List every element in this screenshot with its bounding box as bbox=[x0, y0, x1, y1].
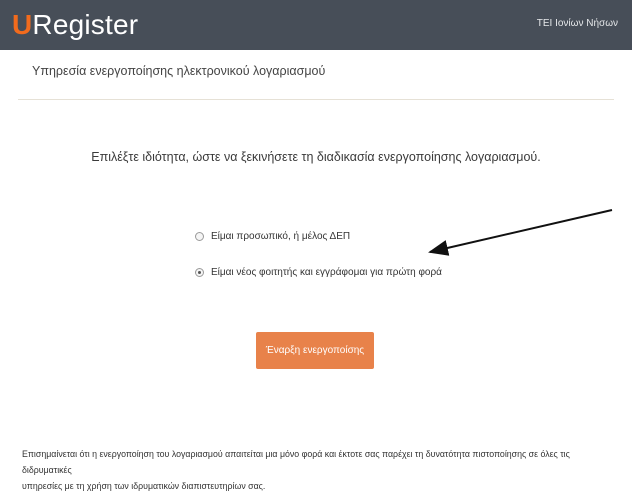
divider bbox=[18, 99, 614, 100]
footer-note-line-2: υπηρεσίες με τη χρήση των ιδρυματικών δι… bbox=[22, 481, 266, 491]
option-staff[interactable]: Είμαι προσωπικό, ή μέλος ΔΕΠ bbox=[195, 231, 350, 242]
footer-note: Επισημαίνεται ότι η ενεργοποίηση του λογ… bbox=[22, 446, 622, 494]
start-activation-button[interactable]: Έναρξη ενεργοποίσης bbox=[256, 332, 374, 369]
instruction-text: Επιλέξτε ιδιότητα, ώστε να ξεκινήσετε τη… bbox=[91, 150, 541, 164]
radio-new-student[interactable] bbox=[195, 268, 204, 277]
radio-staff[interactable] bbox=[195, 232, 204, 241]
institution-name: ΤΕΙ Ιονίων Νήσων bbox=[536, 18, 618, 29]
uregister-logo: URegister bbox=[12, 9, 139, 40]
page-subtitle: Υπηρεσία ενεργοποίησης ηλεκτρονικού λογα… bbox=[32, 64, 326, 78]
option-new-student-label: Είμαι νέος φοιτητής και εγγράφομαι για π… bbox=[211, 267, 442, 278]
footer-note-line-1: Επισημαίνεται ότι η ενεργοποίηση του λογ… bbox=[22, 449, 570, 475]
option-staff-label: Είμαι προσωπικό, ή μέλος ΔΕΠ bbox=[211, 231, 351, 242]
option-new-student[interactable]: Είμαι νέος φοιτητής και εγγράφομαι για π… bbox=[195, 267, 442, 278]
header-bar: URegister ΤΕΙ Ιονίων Νήσων bbox=[0, 0, 632, 50]
